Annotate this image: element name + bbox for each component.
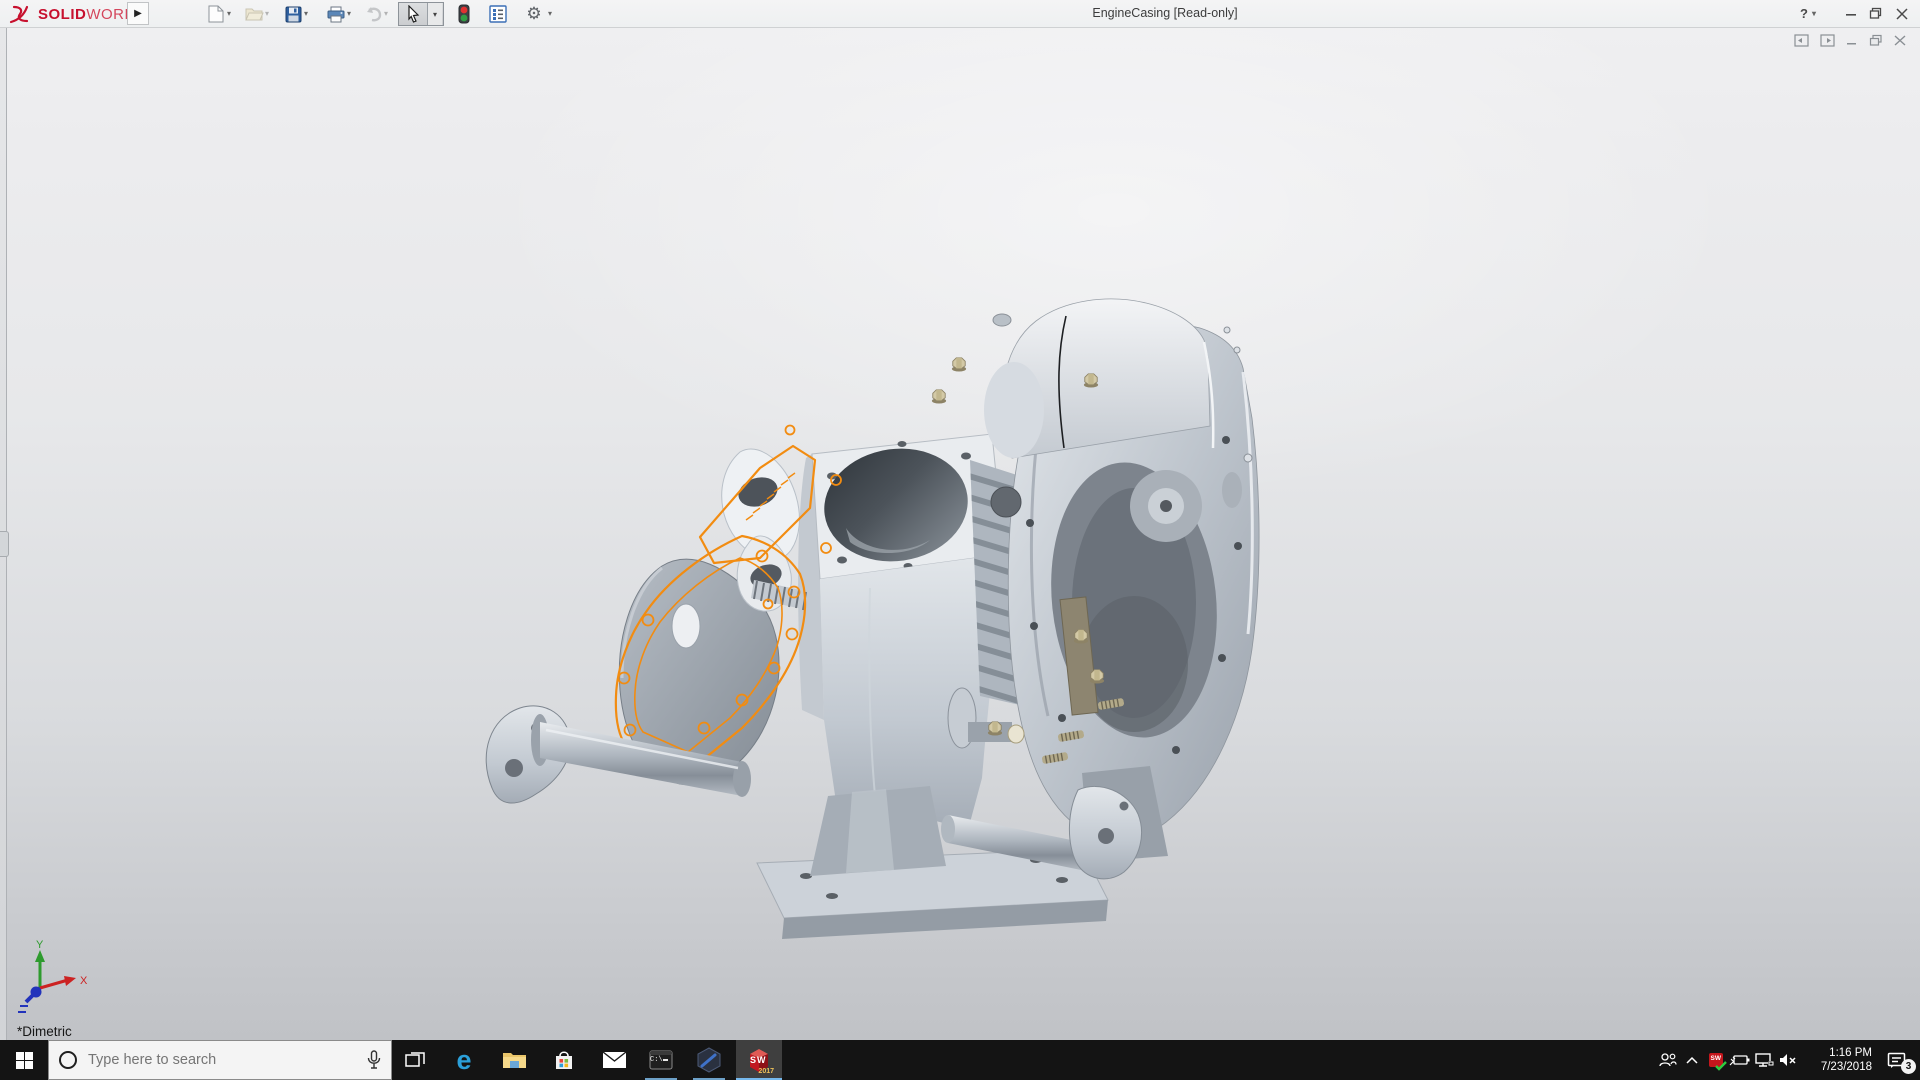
hex-bolt [931,389,947,404]
triad-x-label: X [80,975,88,987]
composer-hexagon-icon[interactable] [686,1040,732,1080]
notification-badge: 3 [1901,1059,1916,1074]
save-dropdown[interactable]: ▾ [304,10,308,18]
select-tool[interactable]: ▾ [398,2,444,26]
options-gear-icon[interactable]: ⚙ [524,4,544,24]
help-dropdown[interactable]: ▾ [1812,9,1816,18]
mail-icon[interactable] [591,1040,637,1080]
minimize-button[interactable] [1845,0,1857,27]
network-icon[interactable] [1752,1040,1776,1080]
solidworks-taskbar-icon[interactable]: SW 2017 [736,1040,782,1080]
open-document-icon[interactable] [244,4,264,24]
microphone-icon[interactable] [367,1050,381,1070]
ms-store-icon[interactable] [541,1040,587,1080]
print-dropdown[interactable]: ▾ [347,10,351,18]
restore-button[interactable] [1869,0,1882,27]
power-battery-icon[interactable] [1728,1040,1752,1080]
cover-hole [671,603,701,649]
task-view-button[interactable] [392,1040,438,1080]
engine-assembly[interactable] [485,298,1260,939]
ds-logo-icon [9,5,29,24]
select-cursor-icon [399,3,428,25]
sw-year: 2017 [758,1068,774,1075]
hex-bolt [1083,373,1099,388]
tray-time: 1:16 PM [1829,1047,1872,1059]
sw-letters: SW [750,1055,767,1065]
orientation-triad: Y X [18,939,88,1013]
screen: SOLIDWORKS ▶ ▾ ▾ ▾ ▾ ▾ ▾ ⚙ ▾ EngineCasin… [0,0,1920,1080]
action-center-icon[interactable]: 3 [1880,1040,1916,1080]
options-dropdown[interactable]: ▾ [548,10,552,18]
people-icon[interactable] [1656,1040,1680,1080]
edge-browser-icon[interactable]: e [441,1040,487,1080]
start-button[interactable] [0,1040,48,1080]
close-button[interactable] [1896,0,1908,27]
window-title: EngineCasing [Read-only] [1092,6,1238,20]
graphics-viewport[interactable]: Y X *Dimetric [0,28,1920,1040]
new-document-icon[interactable] [206,4,226,24]
rim-divot [1222,472,1242,508]
windows-logo-icon [15,1051,33,1069]
help-button[interactable]: ? ▾ [1800,0,1816,27]
rebuild-traffic-light-icon[interactable] [454,4,474,24]
taskbar: e C:\ SW 2017 [0,1040,1920,1080]
tray-chevron-icon[interactable] [1680,1040,1704,1080]
engine-casing-model[interactable] [0,28,1920,1040]
taskbar-search[interactable] [48,1040,392,1080]
dark-knob [990,486,1022,518]
command-prompt-icon[interactable]: C:\ [638,1040,684,1080]
logo-solid: SOLID [38,5,87,23]
file-explorer-icon[interactable] [491,1040,537,1080]
menu-flyout-button[interactable]: ▶ [127,2,149,25]
sw-cube-icon: SW 2017 [746,1046,774,1075]
file-properties-icon[interactable] [488,4,508,24]
titlebar: SOLIDWORKS ▶ ▾ ▾ ▾ ▾ ▾ ▾ ⚙ ▾ EngineCasin… [0,0,1920,28]
solidworks-logo: SOLIDWORKS [8,2,146,26]
solidworks-monitor-icon[interactable]: SW [1704,1040,1728,1080]
tray-clock[interactable]: 1:16 PM 7/23/2018 [1806,1046,1872,1074]
triad-y-label: Y [36,939,44,951]
hex-bolt [951,357,967,372]
open-dropdown[interactable]: ▾ [265,10,269,18]
hex-bolt [1089,669,1105,684]
undo-dropdown[interactable]: ▾ [384,10,388,18]
hex-bolt [1073,629,1089,644]
view-orientation-label: *Dimetric [17,1024,72,1039]
print-icon[interactable] [326,4,346,24]
select-dropdown[interactable]: ▾ [428,3,442,25]
cmd-label: C:\ [650,1056,663,1064]
cortana-icon [59,1051,77,1069]
volume-muted-icon[interactable] [1776,1040,1800,1080]
system-tray: SW 1:16 PM 7/23/2018 3 [1656,1040,1920,1080]
help-label: ? [1800,6,1808,21]
save-icon[interactable] [283,4,303,24]
search-input[interactable] [86,1051,336,1069]
new-dropdown[interactable]: ▾ [227,10,231,18]
tray-date: 7/23/2018 [1820,1061,1872,1073]
undo-icon[interactable] [363,4,383,24]
